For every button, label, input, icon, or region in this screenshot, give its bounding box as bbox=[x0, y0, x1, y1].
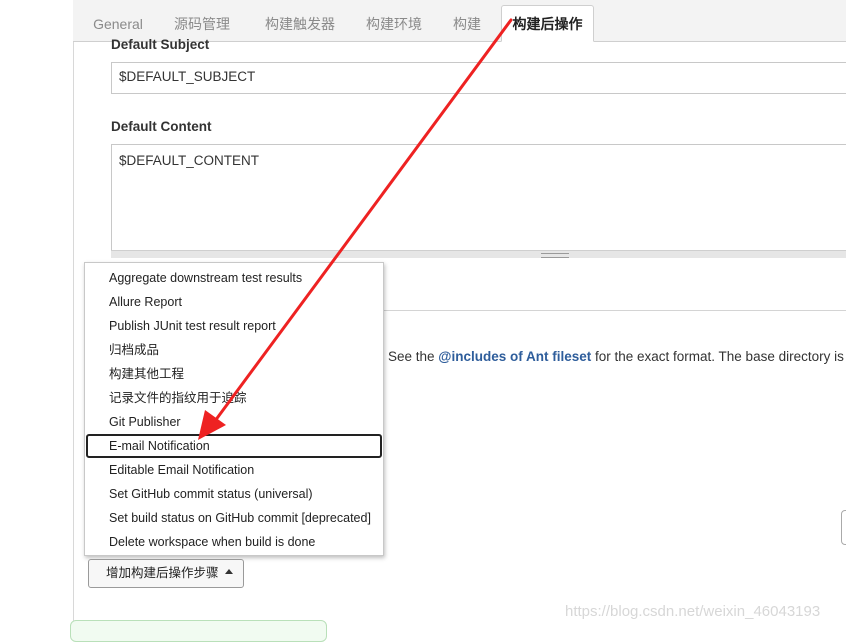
caret-up-icon bbox=[224, 569, 233, 575]
config-tabs: General 源码管理 构建触发器 构建环境 构建 构建后操作 bbox=[73, 0, 846, 42]
add-post-build-step-button[interactable]: 增加构建后操作步骤 bbox=[88, 559, 244, 588]
help-prefix: See the bbox=[388, 349, 439, 364]
menu-item[interactable]: 记录文件的指纹用于追踪 bbox=[86, 386, 382, 410]
default-subject-label: Default Subject bbox=[111, 37, 210, 52]
menu-item[interactable]: 归档成品 bbox=[86, 338, 382, 362]
add-step-label: 增加构建后操作步骤 bbox=[106, 566, 219, 580]
tab-build-triggers[interactable]: 构建触发器 bbox=[253, 8, 347, 41]
ant-fileset-link[interactable]: @includes of Ant fileset bbox=[438, 349, 591, 364]
left-gutter bbox=[0, 0, 73, 630]
green-panel bbox=[70, 620, 327, 642]
menu-item[interactable]: Set build status on GitHub commit [depre… bbox=[86, 506, 382, 530]
partial-button[interactable] bbox=[841, 510, 846, 545]
tab-post-build-actions[interactable]: 构建后操作 bbox=[501, 5, 594, 42]
menu-item[interactable]: Git Publisher bbox=[86, 410, 382, 434]
default-subject-input[interactable]: $DEFAULT_SUBJECT bbox=[111, 62, 846, 94]
help-suffix: for the exact format. The base directory… bbox=[591, 349, 844, 364]
resize-grip-icon bbox=[541, 253, 569, 258]
menu-item[interactable]: Publish JUnit test result report bbox=[86, 314, 382, 338]
menu-item[interactable]: Delete workspace when build is done bbox=[86, 530, 382, 554]
default-content-textarea[interactable]: $DEFAULT_CONTENT bbox=[111, 144, 846, 252]
menu-item[interactable]: 构建其他工程 bbox=[86, 362, 382, 386]
menu-item[interactable]: Allure Report bbox=[86, 290, 382, 314]
menu-item[interactable]: Aggregate downstream test results bbox=[86, 266, 382, 290]
divider bbox=[384, 310, 846, 311]
watermark: https://blog.csdn.net/weixin_46043193 bbox=[565, 603, 821, 620]
menu-item[interactable]: Editable Email Notification bbox=[86, 458, 382, 482]
tab-build[interactable]: 构建 bbox=[443, 8, 491, 41]
default-content-label: Default Content bbox=[111, 119, 212, 134]
menu-item[interactable]: Set GitHub commit status (universal) bbox=[86, 482, 382, 506]
menu-item-email-notification[interactable]: E-mail Notification bbox=[86, 434, 382, 458]
tab-build-environment[interactable]: 构建环境 bbox=[355, 8, 433, 41]
help-text: See the @includes of Ant fileset for the… bbox=[388, 349, 844, 364]
textarea-resize-handle[interactable] bbox=[111, 250, 846, 258]
post-build-action-menu: Aggregate downstream test results Allure… bbox=[84, 262, 384, 556]
